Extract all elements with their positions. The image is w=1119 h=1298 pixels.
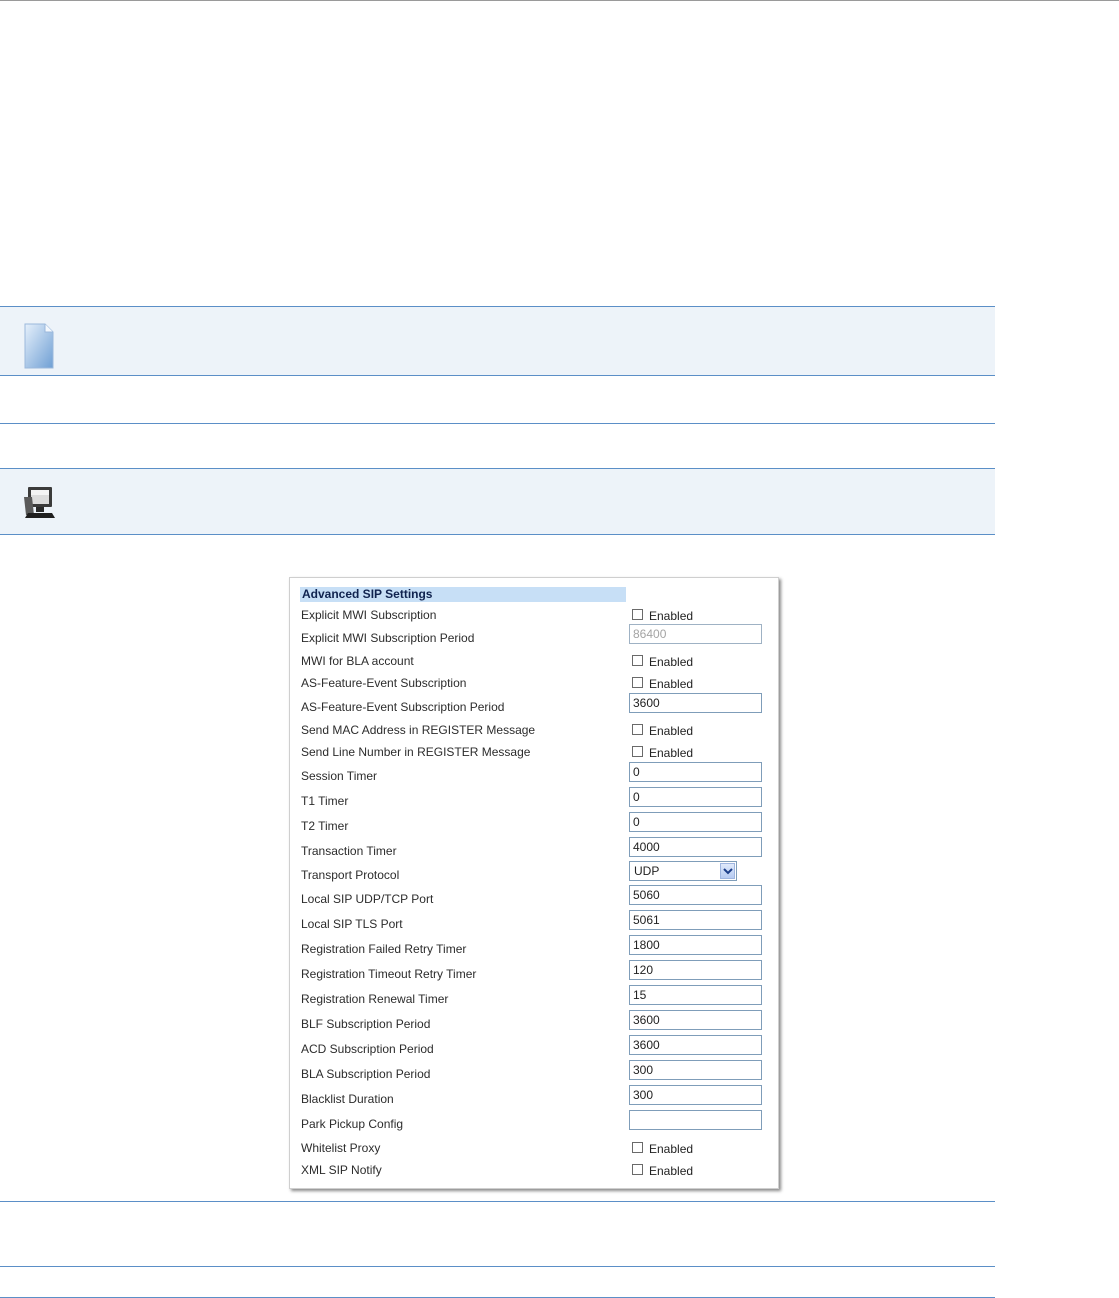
checkbox-label: Enabled (649, 746, 694, 760)
text-input[interactable]: 3600 (629, 1010, 762, 1030)
enabled-checkbox[interactable] (632, 609, 643, 620)
checkbox-label: Enabled (649, 1164, 694, 1178)
text-input[interactable]: 300 (629, 1060, 762, 1080)
field-label: Explicit MWI Subscription Period (301, 631, 475, 645)
field-label: Local SIP TLS Port (301, 917, 403, 931)
field-label: BLF Subscription Period (301, 1017, 431, 1031)
field-label: XML SIP Notify (301, 1163, 382, 1177)
field-label: Blacklist Duration (301, 1092, 394, 1106)
field-label: Park Pickup Config (301, 1117, 404, 1131)
field-label: Transport Protocol (301, 868, 400, 882)
text-input[interactable]: 120 (629, 960, 762, 980)
enabled-checkbox[interactable] (632, 1142, 643, 1153)
settings-row: XML SIP Notify Enabled (290, 1163, 778, 1187)
text-input[interactable]: 5060 (629, 885, 762, 905)
text-input[interactable] (629, 1110, 762, 1130)
field-label: Explicit MWI Subscription (301, 608, 437, 622)
field-label: Registration Failed Retry Timer (301, 942, 467, 956)
field-label: Registration Renewal Timer (301, 992, 449, 1006)
field-label: T2 Timer (301, 819, 349, 833)
settings-row: AS-Feature-Event Subscription Period 3600 (290, 693, 778, 724)
note-band (0, 306, 995, 376)
note-document-icon (23, 322, 55, 375)
text-input: 86400 (629, 624, 762, 644)
enabled-checkbox[interactable] (632, 655, 643, 666)
chevron-down-icon[interactable] (720, 863, 735, 879)
text-input[interactable]: 15 (629, 985, 762, 1005)
settings-row: MWI for BLA account Enabled (290, 654, 778, 678)
section-divider (0, 423, 995, 424)
settings-row: Send MAC Address in REGISTER Message Enab… (290, 723, 778, 747)
field-label: Send MAC Address in REGISTER Message (301, 723, 536, 737)
panel-title: Advanced SIP Settings (300, 587, 626, 602)
field-label: ACD Subscription Period (301, 1042, 434, 1056)
computer-monitor-icon (22, 485, 56, 526)
text-input[interactable]: 300 (629, 1085, 762, 1105)
transport-protocol-select[interactable]: UDP (629, 861, 737, 881)
text-input[interactable]: 1800 (629, 935, 762, 955)
field-label: Send Line Number in REGISTER Message (301, 745, 531, 759)
enabled-checkbox[interactable] (632, 677, 643, 688)
field-label: Registration Timeout Retry Timer (301, 967, 477, 981)
select-value: UDP (634, 864, 660, 878)
settings-row: Park Pickup Config (290, 1110, 778, 1141)
settings-row: Whitelist Proxy Enabled (290, 1141, 778, 1165)
checkbox-label: Enabled (649, 1142, 694, 1156)
top-rule (0, 0, 1119, 1)
enabled-checkbox[interactable] (632, 724, 643, 735)
settings-row: Explicit MWI Subscription Period 86400 (290, 624, 778, 655)
field-label: Local SIP UDP/TCP Port (301, 892, 434, 906)
field-label: AS-Feature-Event Subscription Period (301, 700, 505, 714)
field-label: BLA Subscription Period (301, 1067, 431, 1081)
text-input[interactable]: 3600 (629, 1035, 762, 1055)
advanced-sip-settings-panel: Advanced SIP Settings Explicit MWI Subsc… (289, 577, 779, 1189)
section-divider (0, 1201, 995, 1202)
field-label: Whitelist Proxy (301, 1141, 381, 1155)
text-input[interactable]: 3600 (629, 693, 762, 713)
text-input[interactable]: 0 (629, 762, 762, 782)
text-input[interactable]: 4000 (629, 837, 762, 857)
enabled-checkbox[interactable] (632, 746, 643, 757)
text-input[interactable]: 5061 (629, 910, 762, 930)
checkbox-label: Enabled (649, 677, 694, 691)
field-label: T1 Timer (301, 794, 349, 808)
text-input[interactable]: 0 (629, 787, 762, 807)
checkbox-label: Enabled (649, 655, 694, 669)
field-label: Transaction Timer (301, 844, 397, 858)
section-divider (0, 1266, 995, 1267)
text-input[interactable]: 0 (629, 812, 762, 832)
enabled-checkbox[interactable] (632, 1164, 643, 1175)
web-ui-band (0, 468, 995, 535)
checkbox-label: Enabled (649, 609, 694, 623)
field-label: Session Timer (301, 769, 378, 783)
field-label: AS-Feature-Event Subscription (301, 676, 467, 690)
checkbox-label: Enabled (649, 724, 694, 738)
field-label: MWI for BLA account (301, 654, 414, 668)
